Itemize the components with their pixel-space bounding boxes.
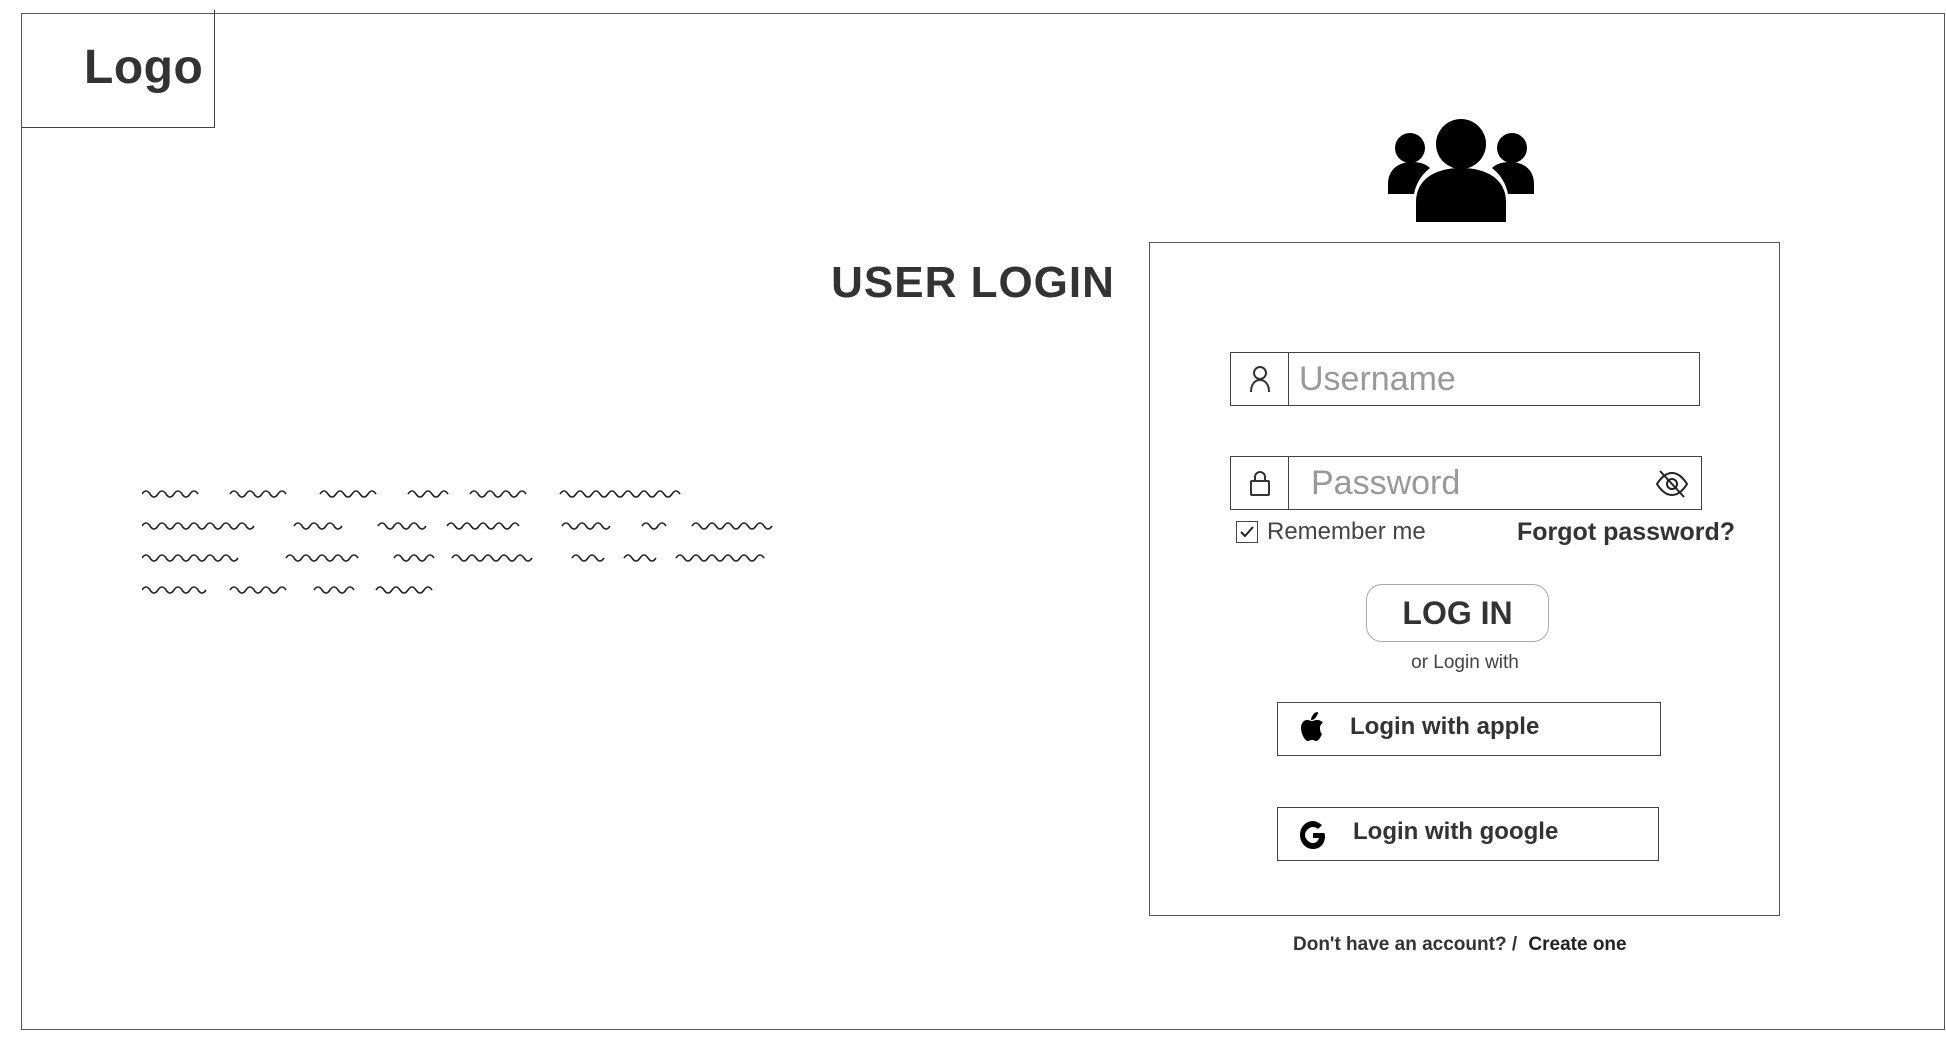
placeholder-text-scribble [142, 490, 773, 594]
login-title: USER LOGIN [831, 258, 1115, 307]
signup-prompt-text: Don't have an account? / [1293, 934, 1518, 955]
password-field[interactable] [1230, 456, 1702, 510]
forgot-password-link[interactable]: Forgot password? [1517, 518, 1735, 547]
google-login-label: Login with google [1353, 818, 1559, 845]
remember-me[interactable]: Remember me [1236, 518, 1426, 546]
remember-checkbox[interactable] [1236, 521, 1258, 543]
eye-off-icon[interactable] [1655, 469, 1689, 499]
login-apple-button[interactable]: Login with apple [1277, 702, 1661, 756]
user-icon [1231, 353, 1289, 405]
password-input[interactable] [1311, 457, 1651, 509]
create-account-link[interactable]: Create one [1528, 934, 1626, 955]
username-field[interactable] [1230, 352, 1700, 406]
or-login-with-text: or Login with [1411, 652, 1519, 673]
logo[interactable]: Logo [84, 40, 203, 95]
login-button[interactable]: LOG IN [1366, 584, 1549, 642]
apple-icon [1301, 712, 1323, 741]
lock-icon [1231, 457, 1289, 509]
login-google-button[interactable]: Login with google [1277, 807, 1659, 861]
google-icon [1300, 821, 1325, 849]
signup-prompt: Don't have an account? / Create one [1293, 934, 1627, 956]
remember-label: Remember me [1267, 518, 1426, 545]
users-group-icon [1388, 119, 1534, 222]
apple-login-label: Login with apple [1350, 713, 1540, 740]
username-input[interactable] [1299, 353, 1689, 405]
